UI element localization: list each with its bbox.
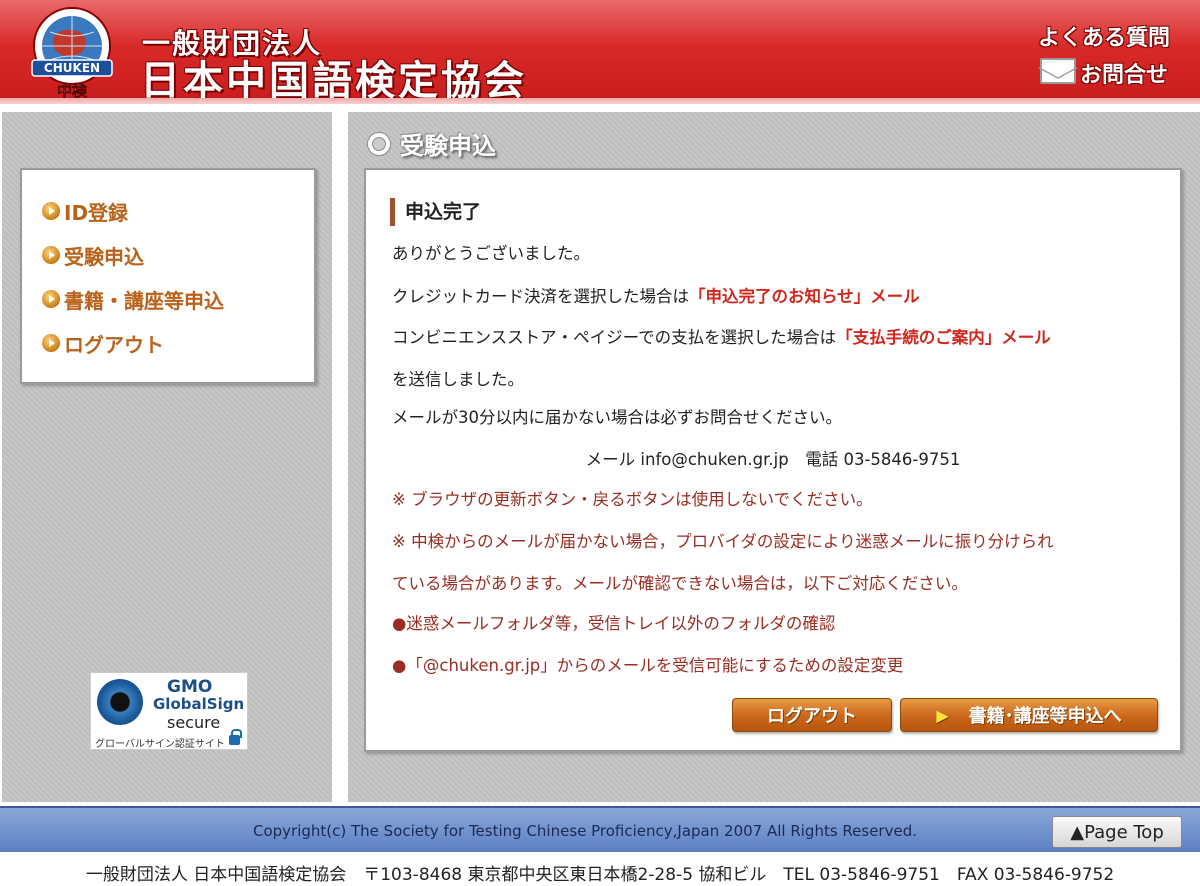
credit-line: クレジットカード決済を選択した場合は「申込完了のお知らせ」メール <box>392 283 920 307</box>
warning-browser: ※ ブラウザの更新ボタン・戻るボタンは使用しないでください。 <box>392 490 873 509</box>
circle-icon <box>368 132 390 155</box>
sidebar-item-exam-apply[interactable]: 受験申込 <box>42 242 144 269</box>
conv-prefix: コンビニエンスストア・ペイジーでの支払を選択した場合は <box>392 328 837 347</box>
sidebar-item-books-apply[interactable]: 書籍・講座等申込 <box>42 286 224 313</box>
credit-mail-name: 「申込完了のお知らせ」メール <box>689 287 920 306</box>
org-name: 日本中国語検定協会 <box>140 58 527 104</box>
content-box: 申込完了 ありがとうございました。 クレジットカード決済を選択した場合は「申込完… <box>364 168 1182 752</box>
page-title-text: 受験申込 <box>400 132 496 160</box>
convenience-line: コンビニエンスストア・ペイジーでの支払を選択した場合は「支払手続のご案内」メール <box>392 324 1051 348</box>
books-button-label: 書籍･講座等申込へ <box>968 706 1122 727</box>
contact-link[interactable]: お問合せ <box>1080 57 1168 89</box>
sidebar-menu: ID登録 受験申込 書籍・講座等申込 ログアウト <box>20 168 316 384</box>
globalsign-seal[interactable]: GMO GlobalSign secure グローバルサイン認証サイト <box>90 672 248 750</box>
conv-mail-name: 「支払手続のご案内」メール <box>836 328 1051 347</box>
sent-text: を送信しました。 <box>392 370 524 389</box>
arrow-bullet-icon <box>42 334 60 352</box>
logo-subtext: 中検 <box>57 82 88 100</box>
arrow-bullet-icon <box>42 290 60 308</box>
faq-link[interactable]: よくある質問 <box>1038 20 1170 52</box>
notice-text: メールが30分以内に届かない場合は必ずお問合せください。 <box>392 408 842 427</box>
sidebar-item-label: ログアウト <box>64 332 164 357</box>
sidebar-item-logout[interactable]: ログアウト <box>42 330 164 357</box>
bullet-domain-setting: ●「@chuken.gr.jp」からのメールを受信可能にするための設定変更 <box>392 656 904 675</box>
footer-address: 一般財団法人 日本中国語検定協会 〒103-8468 東京都中央区東日本橋2-2… <box>85 865 1115 885</box>
bullet-folder-check: ●迷惑メールフォルダ等，受信トレイ以外のフォルダの確認 <box>392 614 836 633</box>
site-header: CHUKEN 中検 一般財団法人 日本中国語検定協会 よくある質問 お問合せ <box>0 0 1200 104</box>
sidebar-item-label: ID登録 <box>64 200 129 225</box>
copyright-text: Copyright(c) The Society for Testing Chi… <box>253 822 917 840</box>
globalsign-eye-icon <box>97 679 143 725</box>
play-arrow-icon: ▶ <box>936 705 949 725</box>
page-top-button[interactable]: ▲Page Top <box>1052 816 1182 848</box>
books-apply-button[interactable]: ▶ 書籍･講座等申込へ <box>900 698 1158 732</box>
sidebar-item-label: 書籍・講座等申込 <box>64 288 224 313</box>
main-panel: 受験申込 申込完了 ありがとうございました。 クレジットカード決済を選択した場合… <box>348 112 1200 802</box>
logout-button[interactable]: ログアウト <box>732 698 892 732</box>
contact-info: メール info@chuken.gr.jp 電話 03-5846-9751 <box>585 450 961 469</box>
sidebar-item-label: 受験申込 <box>64 244 144 269</box>
thanks-text: ありがとうございました。 <box>392 244 590 263</box>
mail-icon[interactable] <box>1040 58 1076 84</box>
warning-spam-2: ている場合があります。メールが確認できない場合は，以下ご対応ください。 <box>392 574 968 593</box>
chuken-logo[interactable]: CHUKEN 中検 <box>24 4 120 100</box>
credit-prefix: クレジットカード決済を選択した場合は <box>392 287 689 306</box>
seal-secure: secure <box>167 713 221 732</box>
arrow-bullet-icon <box>42 202 60 220</box>
sidebar: ID登録 受験申込 書籍・講座等申込 ログアウト GMO GlobalSign … <box>2 112 332 802</box>
warning-spam-1: ※ 中検からのメールが届かない場合，プロバイダの設定により迷惑メールに振り分けら… <box>392 532 1054 551</box>
seal-brand: GMO <box>167 677 213 697</box>
sidebar-item-id-register[interactable]: ID登録 <box>42 198 129 225</box>
logo-text: CHUKEN <box>44 61 100 75</box>
section-title: 申込完了 <box>390 198 481 226</box>
footer-band: Copyright(c) The Society for Testing Chi… <box>0 806 1200 852</box>
page-title: 受験申込 <box>368 126 496 161</box>
seal-name: GlobalSign <box>153 695 245 713</box>
logout-button-label: ログアウト <box>767 706 857 727</box>
seal-caption: グローバルサイン認証サイト <box>95 739 225 750</box>
arrow-bullet-icon <box>42 246 60 264</box>
lock-icon <box>229 729 242 745</box>
